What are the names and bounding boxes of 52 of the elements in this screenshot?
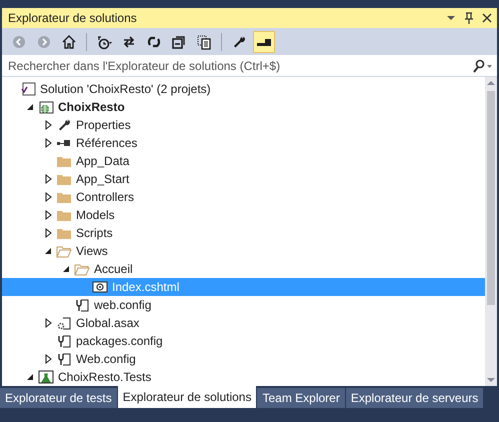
tree-item[interactable]: ChoixResto.Tests	[2, 368, 485, 386]
tree-item-label: Models	[76, 208, 115, 222]
tree-item-label: App_Data	[76, 154, 130, 168]
panel-title: Explorateur de solutions	[8, 11, 138, 25]
tree-item[interactable]: Web.config	[2, 350, 485, 368]
tree-item-label: web.config	[94, 298, 152, 312]
tree-item-label: Web.config	[76, 352, 136, 366]
tree-item[interactable]: Global.asax	[2, 314, 485, 332]
web-project-icon	[38, 99, 54, 115]
tree-item-label: Global.asax	[76, 316, 140, 330]
tree-item-label: Views	[76, 244, 108, 258]
pin-icon[interactable]	[463, 12, 475, 24]
tree-item[interactable]: Accueil	[2, 260, 485, 278]
tree-item[interactable]: Références	[2, 134, 485, 152]
tree-item[interactable]: Properties	[2, 116, 485, 134]
tree-item[interactable]: Views	[2, 242, 485, 260]
search-field[interactable]: Rechercher dans l'Explorateur de solutions (Ctrl+$)	[8, 58, 471, 72]
show-all-icon	[196, 34, 212, 50]
tree-item-label: App_Start	[76, 172, 130, 186]
sync-icon	[121, 34, 137, 50]
panel-tab[interactable]: Explorateur de solutions	[118, 386, 256, 408]
tree-item-label: Solution 'ChoixResto' (2 projets)	[40, 82, 211, 96]
tree-item[interactable]: web.config	[2, 296, 485, 314]
panel-tab[interactable]: Team Explorer	[257, 388, 345, 408]
tree-item-label: ChoixResto	[58, 100, 125, 114]
forward-icon	[36, 34, 52, 50]
tree-item[interactable]: App_Data	[2, 152, 485, 170]
tree-item-label: Scripts	[76, 226, 113, 240]
scrollbar[interactable]	[485, 77, 497, 386]
tree-item[interactable]: Scripts	[2, 224, 485, 242]
tree-item[interactable]: Solution 'ChoixResto' (2 projets)	[2, 80, 485, 98]
tree-item[interactable]: Controllers	[2, 188, 485, 206]
tree-item-label: Accueil	[94, 262, 133, 276]
panel-tab[interactable]: Explorateur de serveurs	[346, 388, 484, 408]
preview-button[interactable]	[253, 30, 275, 52]
tree-item-label: Properties	[76, 118, 131, 132]
panel-tab[interactable]: Explorateur de tests	[0, 388, 117, 408]
tree-item[interactable]: App_Start	[2, 170, 485, 188]
search-icon[interactable]	[471, 58, 493, 72]
tree-item-label: Références	[76, 136, 138, 150]
tree-item-label: Controllers	[76, 190, 134, 204]
collapse-icon	[171, 34, 187, 50]
history-icon	[96, 34, 112, 50]
close-icon[interactable]	[481, 12, 493, 24]
tree-item-label: Index.cshtml	[112, 280, 180, 294]
tree-item[interactable]: ChoixResto	[2, 98, 485, 116]
tree-item-label: ChoixResto.Tests	[58, 370, 152, 384]
tree-item[interactable]: packages.config	[2, 332, 485, 350]
tree-item[interactable]: Models	[2, 206, 485, 224]
back-icon	[11, 34, 27, 50]
tree-item-label: packages.config	[76, 334, 163, 348]
home-icon	[61, 34, 77, 50]
